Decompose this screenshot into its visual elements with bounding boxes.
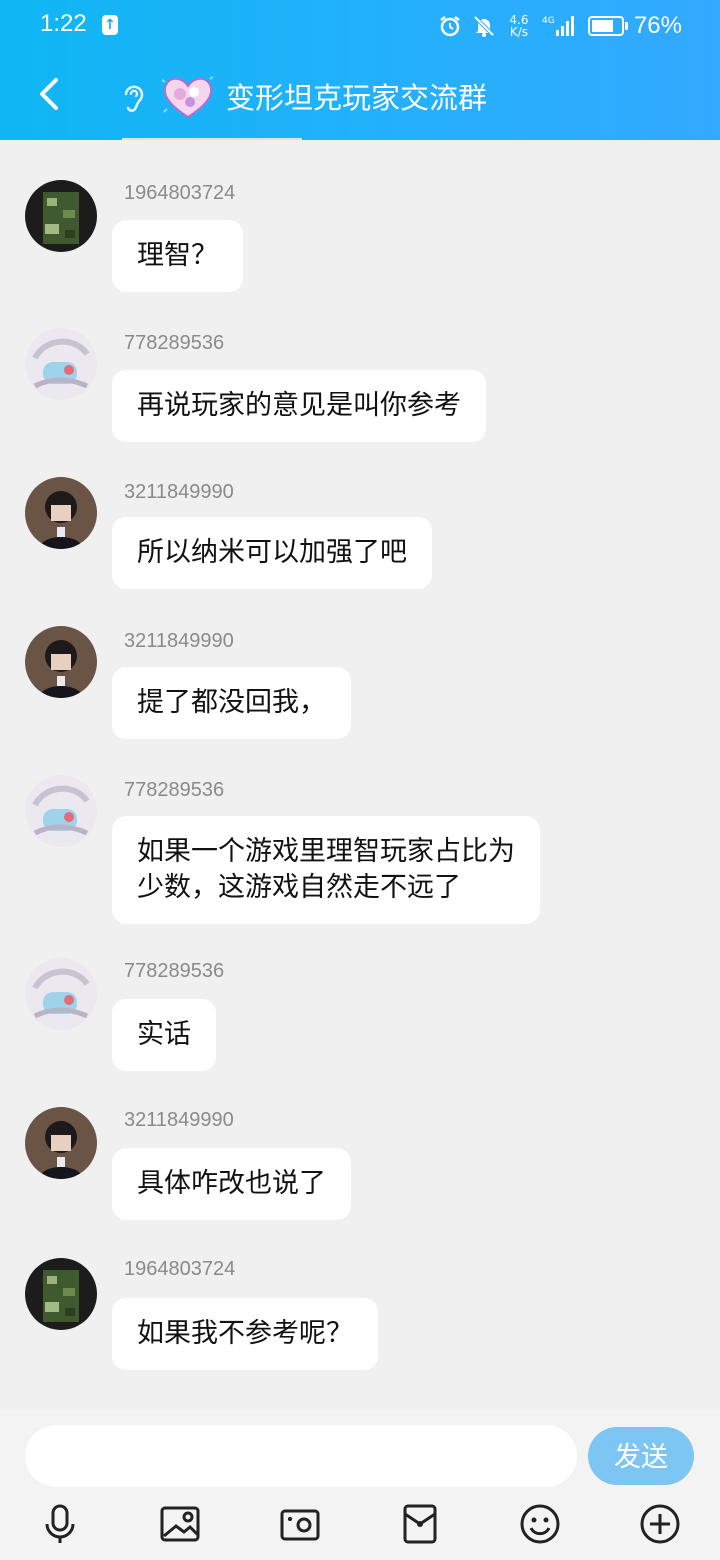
alarm-icon bbox=[440, 16, 460, 37]
sender-id: 778289536 bbox=[124, 779, 225, 801]
emoji-icon[interactable] bbox=[518, 1502, 562, 1546]
red-packet-icon[interactable] bbox=[398, 1502, 442, 1546]
nav-bar: 变形坦克玩家交流群 bbox=[0, 60, 720, 136]
group-logo-icon bbox=[161, 76, 214, 119]
message-bubble[interactable]: 再说玩家的意见是叫你参考 bbox=[112, 370, 486, 442]
avatar[interactable] bbox=[25, 775, 97, 847]
group-title[interactable]: 变形坦克玩家交流群 bbox=[226, 78, 487, 118]
avatar[interactable] bbox=[25, 1107, 97, 1179]
sender-id: 3211849990 bbox=[124, 481, 234, 503]
status-bar: 1:22 ↑ 4.6 K/s 4G 76% bbox=[0, 0, 720, 52]
message-bubble[interactable]: 如果一个游戏里理智玩家占比为 少数，这游戏自然走不远了 bbox=[112, 816, 540, 924]
avatar[interactable] bbox=[25, 958, 97, 1030]
battery-icon bbox=[587, 16, 628, 36]
network-speed: 4.6 K/s bbox=[509, 13, 529, 39]
avatar[interactable] bbox=[25, 626, 97, 698]
message-bubble[interactable]: 实话 bbox=[112, 999, 216, 1071]
avatar[interactable] bbox=[25, 180, 97, 252]
avatar[interactable] bbox=[25, 328, 97, 400]
sender-id: 3211849990 bbox=[124, 630, 234, 652]
camera-icon[interactable] bbox=[278, 1502, 322, 1546]
signal-4g-icon: 4G bbox=[542, 16, 574, 36]
plus-icon[interactable] bbox=[638, 1502, 682, 1546]
sender-id: 1964803724 bbox=[124, 1258, 236, 1280]
svg-text:4G: 4G bbox=[542, 16, 555, 26]
divider bbox=[122, 138, 302, 140]
gallery-icon[interactable] bbox=[158, 1502, 202, 1546]
avatar[interactable] bbox=[25, 1258, 97, 1330]
sender-id: 778289536 bbox=[124, 332, 225, 354]
message-bubble[interactable]: 理智？ bbox=[112, 220, 243, 292]
message-input[interactable] bbox=[25, 1425, 577, 1487]
ear-icon[interactable] bbox=[118, 80, 148, 116]
sender-id: 778289536 bbox=[124, 960, 225, 982]
app-header: 1:22 ↑ 4.6 K/s 4G 76% 变形坦克玩家交流群 bbox=[0, 0, 720, 140]
upload-notification-icon: ↑ bbox=[102, 15, 118, 35]
send-button[interactable]: 发送 bbox=[588, 1427, 694, 1485]
message-bubble[interactable]: 提了都没回我， bbox=[112, 667, 351, 739]
battery-percent: 76% bbox=[633, 12, 682, 39]
mute-bell-icon bbox=[473, 15, 495, 37]
composer-bar: 发送 bbox=[0, 1410, 720, 1560]
status-time: 1:22 bbox=[40, 10, 87, 37]
message-bubble[interactable]: 具体咋改也说了 bbox=[112, 1148, 351, 1220]
sender-id: 3211849990 bbox=[124, 1109, 234, 1131]
mic-icon[interactable] bbox=[38, 1502, 82, 1546]
avatar[interactable] bbox=[25, 477, 97, 549]
message-bubble[interactable]: 所以纳米可以加强了吧 bbox=[112, 517, 432, 589]
message-bubble[interactable]: 如果我不参考呢？ bbox=[112, 1298, 378, 1370]
back-arrow-icon[interactable] bbox=[30, 74, 70, 114]
sender-id: 1964803724 bbox=[124, 182, 236, 204]
